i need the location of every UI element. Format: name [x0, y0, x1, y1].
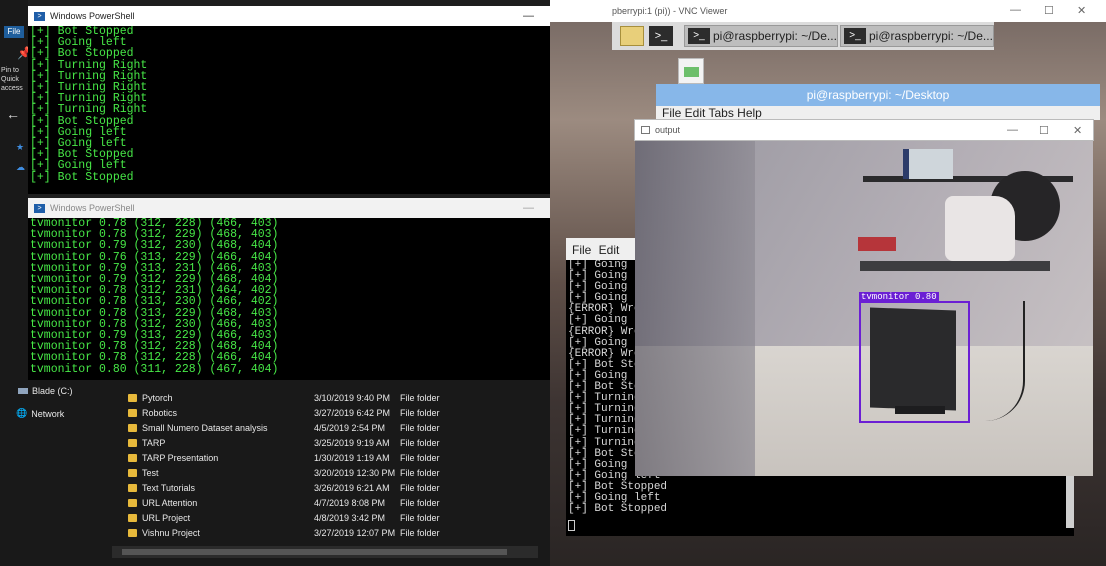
close-button[interactable]: ✕ [1077, 4, 1086, 17]
terminal-2-scrollbar[interactable] [1066, 476, 1074, 528]
back-arrow-icon[interactable]: ← [6, 106, 20, 122]
nav-item-label: Blade (C:) [32, 386, 73, 396]
explorer-status-bar [0, 558, 550, 566]
list-item[interactable]: Vishnu Project 3/27/2019 12:07 PM File fol… [112, 525, 532, 540]
list-item[interactable]: TARP 3/25/2019 9:19 AM File folder [112, 435, 532, 450]
onedrive-icon[interactable]: ☁ [16, 162, 25, 173]
terminal-launcher-icon[interactable]: >_ [649, 26, 673, 46]
console-line: tvmonitor 0.78 (313, 230) (466, 402) [30, 295, 279, 309]
minimize-button[interactable]: — [523, 10, 534, 22]
terminal-2-menubar[interactable]: File Edit [566, 238, 636, 260]
list-item[interactable]: TARP Presentation 1/30/2019 1:19 AM File f… [112, 450, 532, 465]
terminal-menubar[interactable]: File Edit Tabs Help [656, 106, 1100, 120]
console-line: tvmonitor 0.79 (312, 230) (468, 404) [30, 239, 279, 253]
explorer-navigation-pane: Blade (C:) 🌐 Network [0, 380, 112, 566]
folder-icon [128, 408, 137, 417]
camera-output-image: tvmonitor 0.80 [635, 141, 1093, 476]
console-line: [+] Bot Stopped [568, 503, 668, 516]
nav-item-label: Network [31, 408, 65, 419]
list-item[interactable]: URL Attention 4/7/2019 8:08 PM File folder [112, 495, 532, 510]
folder-icon [128, 453, 137, 462]
nav-item-blade-drive[interactable]: Blade (C:) [18, 386, 73, 396]
taskbar-label: pi@raspberrypi: ~/De... [869, 29, 993, 43]
console-line: [+] Turning Right [30, 103, 148, 117]
file-manager-icon[interactable] [620, 26, 644, 46]
text-cursor [568, 520, 575, 531]
folder-icon [128, 423, 137, 432]
list-item[interactable]: URL Project 4/8/2019 3:42 PM File folder [112, 510, 532, 525]
terminal-icon: >_ [844, 28, 866, 44]
folder-icon [128, 468, 137, 477]
window-title: pberrypi:1 (pi)) - VNC Viewer [612, 6, 728, 16]
taskbar-terminal-1[interactable]: >_ pi@raspberrypi: ~/De... [684, 25, 838, 47]
window-title: Windows PowerShell [50, 11, 135, 21]
folder-icon [128, 513, 137, 522]
vnc-viewer-titlebar[interactable]: pberrypi:1 (pi)) - VNC Viewer — ☐ ✕ [550, 0, 1106, 22]
output-window-titlebar[interactable]: output — ☐ ✕ [634, 119, 1094, 141]
pin-quick-access-label[interactable]: Pin to Quick access [1, 66, 27, 93]
desktop-image-icon[interactable] [678, 58, 704, 84]
window-icon [641, 126, 650, 134]
console-line: tvmonitor 0.80 (311, 228) (467, 404) [30, 362, 279, 376]
explorer-horizontal-scrollbar[interactable] [112, 546, 538, 558]
scrollbar-thumb[interactable] [122, 549, 507, 555]
minimize-button[interactable]: — [523, 202, 534, 214]
minimize-button[interactable]: — [1007, 124, 1018, 136]
quick-access-star-icon[interactable]: ★ [16, 142, 24, 153]
powershell-1-titlebar[interactable]: > Windows PowerShell — ☐ ✕ [28, 6, 612, 26]
detection-label: tvmonitor 0.80 [859, 292, 939, 302]
terminal-titlebar[interactable]: pi@raspberrypi: ~/Desktop [656, 84, 1100, 106]
file-tab[interactable]: File [4, 26, 24, 38]
powershell-1-console[interactable]: [+] Bot Stopped [+] Going left [+] Bot S… [28, 26, 600, 194]
terminal-icon: >_ [688, 28, 710, 44]
folder-icon [128, 438, 137, 447]
close-button[interactable]: ✕ [1073, 124, 1082, 137]
explorer-vertical-scrollbar[interactable] [538, 380, 550, 548]
list-item[interactable]: Test 3/20/2019 12:30 PM File folder [112, 465, 532, 480]
taskbar-label: pi@raspberrypi: ~/De... [713, 29, 837, 43]
folder-icon [128, 393, 137, 402]
network-icon: 🌐 [16, 408, 28, 418]
console-line: [+] Going left [30, 159, 127, 173]
folder-icon [128, 483, 137, 492]
taskbar-terminal-2[interactable]: >_ pi@raspberrypi: ~/De... [840, 25, 994, 47]
maximize-button[interactable]: ☐ [1039, 124, 1049, 137]
folder-icon [128, 528, 137, 537]
console-line: [+] Bot Stopped [30, 170, 134, 184]
minimize-button[interactable]: — [1010, 4, 1021, 16]
list-item[interactable]: Pytorch 3/10/2019 9:40 PM File folder [112, 390, 532, 405]
powershell-2-titlebar[interactable]: > Windows PowerShell — [28, 198, 550, 218]
nav-item-network[interactable]: 🌐 Network [16, 408, 64, 419]
powershell-icon: > [34, 203, 45, 213]
list-item[interactable]: Robotics 3/27/2019 6:42 PM File folder [112, 405, 532, 420]
console-line: [+] Bot Stopped [30, 47, 134, 61]
drive-icon [18, 388, 28, 394]
list-item[interactable]: Text Tutorials 3/26/2019 6:21 AM File fold… [112, 480, 532, 495]
detection-bounding-box [859, 301, 970, 423]
explorer-file-list: Pytorch 3/10/2019 9:40 PM File folder Robo… [112, 380, 550, 558]
powershell-icon: > [34, 11, 45, 21]
powershell-2-console[interactable]: tvmonitor 0.78 (312, 228) (466, 403) tvm… [28, 218, 550, 380]
console-line: tvmonitor 0.78 (312, 228) (466, 404) [30, 351, 279, 365]
window-title: Windows PowerShell [50, 203, 135, 213]
list-item[interactable]: Small Numero Dataset analysis 4/5/2019 2:… [112, 420, 532, 435]
maximize-button[interactable]: ☐ [1044, 4, 1054, 17]
folder-icon [128, 498, 137, 507]
window-title: output [655, 125, 681, 135]
